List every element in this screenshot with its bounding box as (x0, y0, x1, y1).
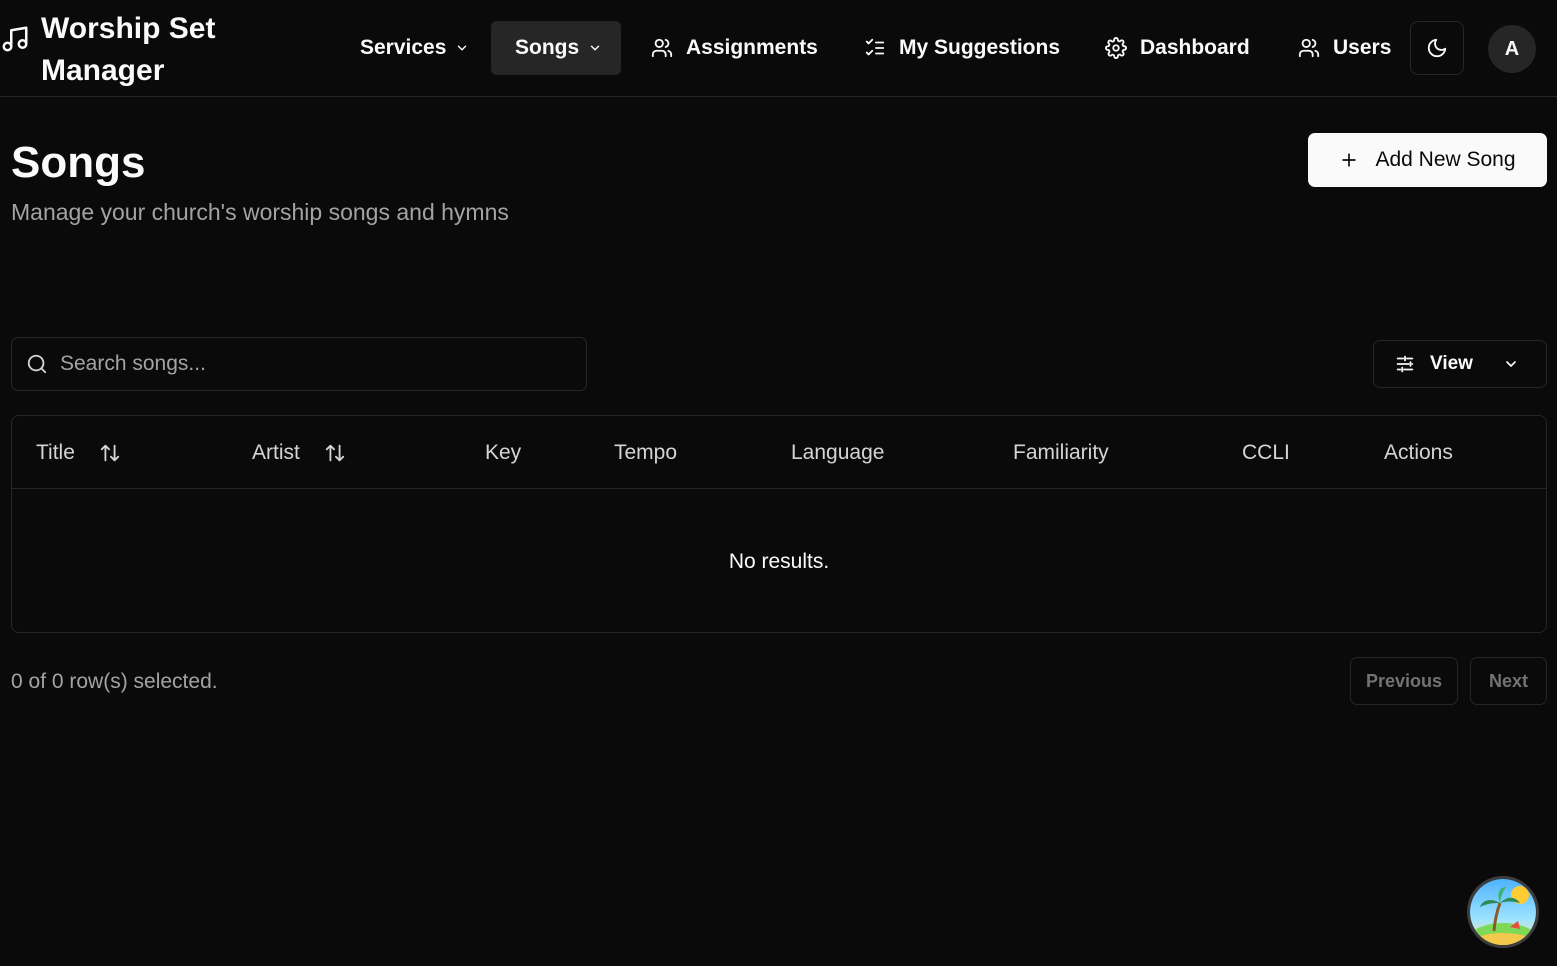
view-label: View (1430, 353, 1473, 374)
search-input[interactable] (60, 352, 540, 376)
music-note-icon (2, 26, 28, 52)
nav-songs[interactable]: Songs (491, 21, 621, 75)
nav-dashboard[interactable]: Dashboard (1105, 21, 1250, 75)
users-icon (1298, 38, 1320, 58)
island-palm-icon (1470, 879, 1536, 945)
nav-services[interactable]: Services (360, 21, 469, 75)
nav-suggestions-label: My Suggestions (899, 36, 1061, 59)
user-avatar[interactable]: A (1488, 25, 1536, 73)
chevron-down-icon (458, 45, 467, 51)
page-subtitle: Manage your church's worship songs and h… (11, 199, 509, 225)
column-header-title[interactable]: Title (36, 441, 121, 465)
sort-icon (100, 444, 120, 462)
songs-table: Title Artist Key Tempo Language Familiar… (11, 415, 1547, 633)
table-header: Title Artist Key Tempo Language Familiar… (12, 416, 1546, 489)
selected-rows-status: 0 of 0 row(s) selected. (11, 670, 218, 693)
column-header-ccli: CCLI (1242, 441, 1290, 464)
search-icon (27, 354, 47, 374)
add-new-song-button[interactable]: Add New Song (1308, 133, 1547, 187)
previous-page-button[interactable]: Previous (1350, 657, 1458, 705)
sort-icon (325, 444, 345, 462)
search-box[interactable] (11, 337, 587, 391)
top-header: Worship Set Manager Services Songs Assig… (0, 0, 1557, 97)
column-header-key: Key (485, 441, 522, 464)
theme-toggle-button[interactable] (1410, 21, 1464, 75)
chevron-down-icon (590, 45, 600, 51)
users-icon (651, 38, 673, 58)
column-header-familiarity: Familiarity (1013, 441, 1109, 464)
empty-state-message: No results. (728, 550, 830, 573)
nav-songs-label: Songs (515, 36, 580, 59)
app-title: Worship Set Manager (41, 12, 216, 87)
add-new-song-label: Add New Song (1375, 148, 1516, 171)
nav-services-label: Services (360, 36, 447, 59)
sliders-icon (1396, 355, 1414, 373)
next-page-button[interactable]: Next (1470, 657, 1547, 705)
page-title: Songs (11, 138, 146, 187)
nav-users[interactable]: Users (1298, 21, 1391, 75)
gear-icon (1105, 37, 1127, 59)
nav-assignments-label: Assignments (686, 36, 818, 59)
plus-icon (1342, 153, 1357, 167)
moon-icon (1427, 38, 1447, 58)
list-checks-icon (865, 38, 885, 56)
nav-users-label: Users (1333, 36, 1392, 59)
view-options-button[interactable]: View (1373, 340, 1547, 388)
nav-suggestions[interactable]: My Suggestions (864, 21, 1060, 75)
column-header-tempo: Tempo (614, 441, 678, 464)
floating-assistant-badge[interactable] (1467, 876, 1539, 948)
chevron-down-icon (1506, 361, 1516, 367)
column-header-actions: Actions (1384, 441, 1453, 464)
column-header-language: Language (791, 441, 885, 464)
nav-assignments[interactable]: Assignments (651, 21, 818, 75)
nav-dashboard-label: Dashboard (1140, 36, 1250, 59)
column-header-artist[interactable]: Artist (252, 441, 346, 465)
